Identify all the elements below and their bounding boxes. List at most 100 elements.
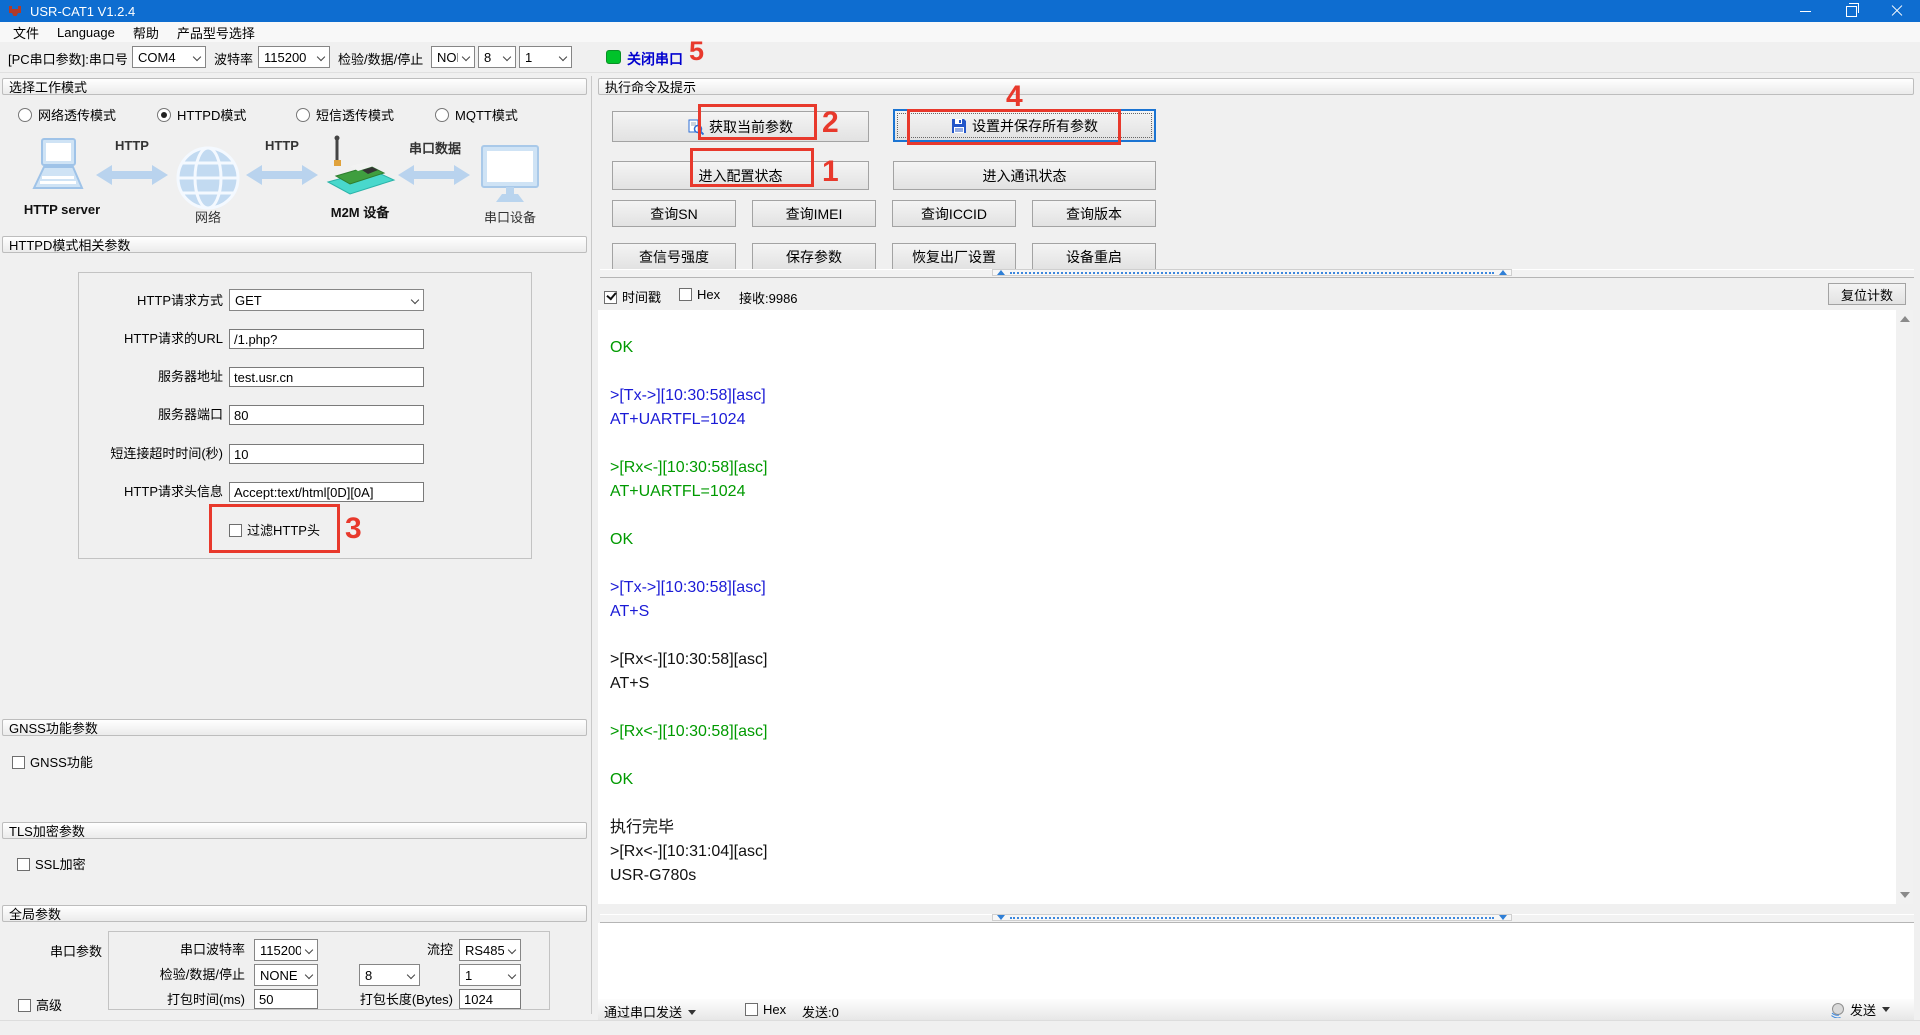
checkbox-icon <box>17 858 30 871</box>
pack-len-input[interactable] <box>459 989 521 1009</box>
g-flow-select[interactable]: RS485 <box>459 939 521 961</box>
g-baud-value: 115200 <box>260 943 301 958</box>
log-line: >[Rx<-][10:31:04][asc] <box>610 840 1896 864</box>
arrow-icon <box>246 164 318 186</box>
menu-item[interactable]: 产品型号选择 <box>168 21 264 44</box>
work-mode-radio[interactable]: HTTPD模式 <box>157 105 296 124</box>
server-port-input[interactable] <box>229 405 424 425</box>
work-mode-radio[interactable]: MQTT模式 <box>435 105 574 124</box>
command-button[interactable]: 查询IMEI <box>752 200 876 227</box>
ssl-label: SSL加密 <box>35 857 86 872</box>
pack-time-input[interactable] <box>254 989 318 1009</box>
g-databits-select[interactable]: 8 <box>359 964 420 986</box>
log-line <box>610 432 1896 456</box>
req-header-input[interactable] <box>229 482 424 502</box>
workmode-radios: 网络透传模式 HTTPD模式 短信透传模式 MQTT模式 <box>18 105 578 124</box>
enter-comm-button[interactable]: 进入通讯状态 <box>893 161 1156 190</box>
pack-time-label: 打包时间(ms) <box>109 990 245 1010</box>
command-button[interactable]: 查询版本 <box>1032 200 1156 227</box>
checkbox-checked-icon <box>604 291 617 304</box>
splitter-handle[interactable] <box>992 914 1512 921</box>
command-button[interactable]: 查询SN <box>612 200 736 227</box>
work-mode-label: HTTPD模式 <box>177 108 246 123</box>
send-button[interactable]: 发送 <box>1830 1000 1890 1019</box>
log-line: OK <box>610 768 1896 792</box>
menu-item[interactable]: 帮助 <box>124 21 168 44</box>
parity-select[interactable]: NONE <box>431 46 475 68</box>
advanced-label: 高级 <box>36 998 62 1013</box>
baud-select[interactable]: 115200 <box>258 46 330 68</box>
workmode-header: 选择工作模式 <box>2 78 587 95</box>
log-scrollbar[interactable] <box>1896 310 1913 904</box>
timestamp-checkbox[interactable]: 时间戳 <box>604 287 661 306</box>
log-line <box>610 792 1896 816</box>
command-button[interactable]: 设备重启 <box>1032 243 1156 270</box>
ssl-checkbox[interactable]: SSL加密 <box>17 854 86 873</box>
close-button[interactable] <box>1874 0 1920 22</box>
menu-item[interactable]: 文件 <box>4 21 48 44</box>
set-save-params-button[interactable]: 设置并保存所有参数 <box>893 109 1156 142</box>
close-serial-button[interactable]: 关闭串口 <box>627 49 683 69</box>
radio-icon <box>157 108 171 122</box>
sent-count: 发送:0 <box>802 1002 839 1021</box>
command-button[interactable]: 恢复出厂设置 <box>892 243 1016 270</box>
filter-http-checkbox[interactable]: 过滤HTTP头 <box>229 520 320 539</box>
collapse-down-icon <box>997 915 1005 920</box>
gnss-label: GNSS功能 <box>30 755 93 770</box>
pack-len-label: 打包长度(Bytes) <box>317 990 453 1010</box>
databits-select[interactable]: 8 <box>478 46 516 68</box>
stopbits-select[interactable]: 1 <box>519 46 572 68</box>
global-serial-box: 串口波特率 115200 流控 RS485 检验/数据/停止 NONE 8 1 … <box>108 931 550 1010</box>
enter-comm-label: 进入通讯状态 <box>983 166 1067 186</box>
com-port-select[interactable]: COM4 <box>132 46 206 68</box>
http-url-input[interactable] <box>229 329 424 349</box>
enter-config-label: 进入配置状态 <box>699 166 783 186</box>
command-button[interactable]: 保存参数 <box>752 243 876 270</box>
server-addr-input[interactable] <box>229 367 424 387</box>
menu-item[interactable]: Language <box>48 23 124 42</box>
serial-log-view[interactable]: OK>[Tx->][10:30:58][asc]AT+UARTFL=1024>[… <box>598 310 1896 904</box>
log-splitter <box>600 269 1914 278</box>
window-title: USR-CAT1 V1.2.4 <box>30 4 135 19</box>
app-logo-icon <box>8 4 22 18</box>
filter-http-label: 过滤HTTP头 <box>247 523 320 538</box>
g-stopbits-select[interactable]: 1 <box>459 964 521 986</box>
send-via-serial-dropdown[interactable]: 通过串口发送 <box>604 1002 696 1021</box>
work-mode-label: 短信透传模式 <box>316 108 394 123</box>
send-input-area[interactable] <box>598 923 1914 999</box>
timeout-label: 短连接超时时间(秒) <box>83 444 223 464</box>
log-line <box>610 744 1896 768</box>
command-button[interactable]: 查询ICCID <box>892 200 1016 227</box>
log-line <box>610 552 1896 576</box>
log-line <box>610 696 1896 720</box>
window-controls <box>1782 0 1920 22</box>
baud-value: 115200 <box>264 50 306 65</box>
baud-label: 波特率 <box>214 49 253 68</box>
g-baud-select[interactable]: 115200 <box>254 939 318 961</box>
http-method-select[interactable]: GET <box>229 289 424 311</box>
work-mode-radio[interactable]: 网络透传模式 <box>18 105 157 124</box>
minimize-button[interactable] <box>1782 0 1828 22</box>
send-hex-checkbox[interactable]: Hex <box>745 1002 786 1017</box>
advanced-checkbox[interactable]: 高级 <box>18 995 62 1014</box>
reset-count-button[interactable]: 复位计数 <box>1828 283 1906 305</box>
send-hex-label: Hex <box>763 1002 786 1017</box>
action-button-row: 查信号强度保存参数恢复出厂设置设备重启 <box>612 243 1172 270</box>
g-stopbits-value: 1 <box>465 968 472 983</box>
gnss-checkbox[interactable]: GNSS功能 <box>12 752 93 771</box>
timestamp-label: 时间戳 <box>622 290 661 305</box>
enter-config-button[interactable]: 进入配置状态 <box>612 161 869 190</box>
splitter-handle[interactable] <box>992 269 1512 276</box>
command-button[interactable]: 查信号强度 <box>612 243 736 270</box>
scroll-down-icon[interactable] <box>1900 892 1910 898</box>
recv-hex-checkbox[interactable]: Hex <box>679 287 720 302</box>
timeout-input[interactable] <box>229 444 424 464</box>
get-params-button[interactable]: 获取当前参数 <box>612 111 869 142</box>
restore-button[interactable] <box>1828 0 1874 22</box>
work-mode-radio[interactable]: 短信透传模式 <box>296 105 435 124</box>
scroll-up-icon[interactable] <box>1900 316 1910 322</box>
g-parity-select[interactable]: NONE <box>254 964 318 986</box>
databits-value: 8 <box>484 50 491 65</box>
log-line: >[Rx<-][10:30:58][asc] <box>610 648 1896 672</box>
panel-divider[interactable] <box>591 76 592 1014</box>
